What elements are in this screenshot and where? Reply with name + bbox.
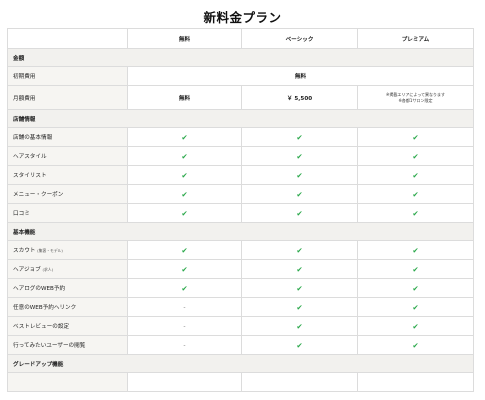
check-icon: ✔ [357, 165, 474, 185]
section-title-price: 金額 [7, 48, 474, 67]
check-icon: ✔ [357, 203, 474, 223]
row-label: 行ってみたいユーザーの閲覧 [7, 335, 128, 355]
check-icon: ✔ [241, 184, 358, 204]
check-icon: ✔ [241, 146, 358, 166]
check-icon: ✔ [357, 240, 474, 260]
header-row: 無料 ベーシック プレミアム [7, 28, 474, 49]
section-title-upgrade: グレードアップ機能 [7, 354, 474, 373]
dash-mark: - [127, 335, 242, 355]
initial-fee-value: 無料 [127, 66, 474, 86]
check-icon: ✔ [357, 184, 474, 204]
table-cell [357, 372, 474, 392]
table-row: 口コミ ✔ ✔ ✔ [7, 203, 474, 223]
header-empty [7, 28, 128, 49]
table-row: ヘアログのWEB予約 ✔ ✔ ✔ [7, 278, 474, 298]
check-icon: ✔ [241, 127, 358, 147]
row-label-sub: (求人) [42, 267, 54, 272]
table-row: 任意のWEB予約ヘリンク - ✔ ✔ [7, 297, 474, 317]
table-row: ヘアスタイル ✔ ✔ ✔ [7, 146, 474, 166]
row-label: ベストレビューの設定 [7, 316, 128, 336]
check-icon: ✔ [241, 259, 358, 279]
check-icon: ✔ [127, 127, 242, 147]
check-icon: ✔ [357, 146, 474, 166]
check-icon: ✔ [241, 203, 358, 223]
check-icon: ✔ [127, 203, 242, 223]
table-cell [241, 372, 358, 392]
row-label: 任意のWEB予約ヘリンク [7, 297, 128, 317]
monthly-fee-premium: ※掲載エリアによって異なります ※各都1サロン限定 [357, 85, 474, 110]
dash-mark: - [127, 297, 242, 317]
check-icon: ✔ [357, 297, 474, 317]
table-row: 月額費用 無料 ￥ 5,500 ※掲載エリアによって異なります ※各都1サロン限… [7, 85, 474, 110]
row-label: ヘアログのWEB予約 [7, 278, 128, 298]
row-label-sub: (集客・モデル) [37, 248, 63, 253]
table-row: メニュー・クーポン ✔ ✔ ✔ [7, 184, 474, 204]
row-label: スカウト (集客・モデル) [7, 240, 128, 260]
row-label: ヘアジョブ (求人) [7, 259, 128, 279]
row-label-main: スカウト [13, 248, 36, 254]
row-label-main: ヘアジョブ [13, 267, 41, 273]
row-label: メニュー・クーポン [7, 184, 128, 204]
check-icon: ✔ [241, 278, 358, 298]
section-title-store: 店舗情報 [7, 109, 474, 128]
check-icon: ✔ [357, 259, 474, 279]
table-row: 行ってみたいユーザーの閲覧 - ✔ ✔ [7, 335, 474, 355]
table-row: スカウト (集客・モデル) ✔ ✔ ✔ [7, 240, 474, 260]
table-row: ヘアジョブ (求人) ✔ ✔ ✔ [7, 259, 474, 279]
check-icon: ✔ [241, 297, 358, 317]
check-icon: ✔ [357, 335, 474, 355]
monthly-fee-free: 無料 [127, 85, 242, 110]
check-icon: ✔ [357, 127, 474, 147]
monthly-fee-basic: ￥ 5,500 [241, 85, 358, 110]
page-title: 新料金プラン [203, 10, 282, 25]
check-icon: ✔ [127, 184, 242, 204]
table-row: 店舗の基本情報 ✔ ✔ ✔ [7, 127, 474, 147]
row-label: 店舗の基本情報 [7, 127, 128, 147]
section-row-price: 金額 [7, 48, 474, 67]
check-icon: ✔ [357, 278, 474, 298]
row-label: 初期費用 [7, 66, 128, 86]
header-premium: プレミアム [357, 28, 474, 49]
row-label: 月額費用 [7, 85, 128, 110]
dash-mark: - [127, 316, 242, 336]
section-row-upgrade: グレードアップ機能 [7, 354, 474, 373]
premium-note: ※各都1サロン限定 [398, 97, 433, 103]
row-label [7, 372, 128, 392]
check-icon: ✔ [357, 316, 474, 336]
table-row [7, 372, 474, 392]
table-row: ベストレビューの設定 - ✔ ✔ [7, 316, 474, 336]
table-cell [127, 372, 242, 392]
check-icon: ✔ [127, 240, 242, 260]
row-label: ヘアスタイル [7, 146, 128, 166]
pricing-table: 無料 ベーシック プレミアム 金額 初期費用 無料 月額費用 無料 ￥ 5,50… [7, 28, 474, 392]
header-free: 無料 [127, 28, 242, 49]
check-icon: ✔ [241, 240, 358, 260]
section-row-basic: 基本機能 [7, 222, 474, 241]
check-icon: ✔ [127, 165, 242, 185]
check-icon: ✔ [241, 316, 358, 336]
row-label: スタイリスト [7, 165, 128, 185]
check-icon: ✔ [241, 165, 358, 185]
section-row-store: 店舗情報 [7, 109, 474, 128]
check-icon: ✔ [127, 259, 242, 279]
check-icon: ✔ [241, 335, 358, 355]
check-icon: ✔ [127, 146, 242, 166]
table-row: スタイリスト ✔ ✔ ✔ [7, 165, 474, 185]
check-icon: ✔ [127, 278, 242, 298]
header-basic: ベーシック [241, 28, 358, 49]
section-title-basic: 基本機能 [7, 222, 474, 241]
row-label: 口コミ [7, 203, 128, 223]
table-row: 初期費用 無料 [7, 66, 474, 86]
